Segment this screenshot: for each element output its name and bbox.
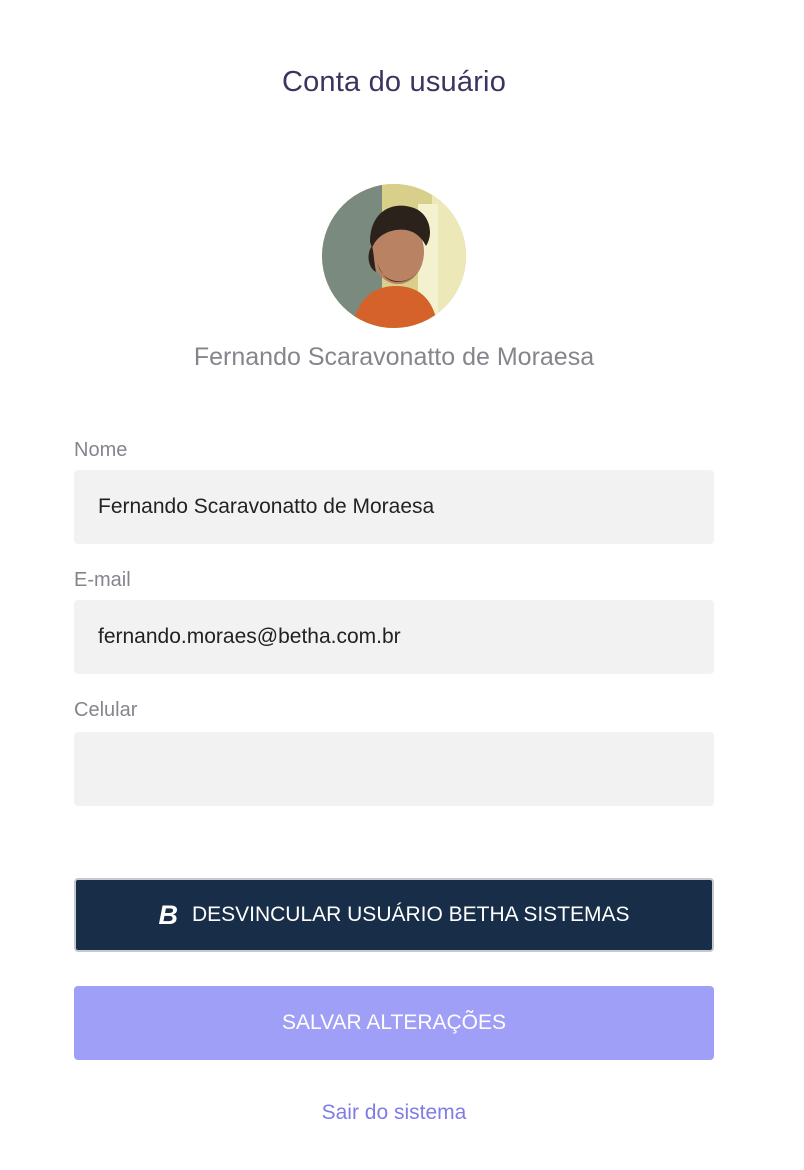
page-title: Conta do usuário (281, 66, 507, 98)
account-page: Conta do usuário Fernando Scaravonatto d… (0, 0, 804, 1170)
avatar (322, 184, 466, 328)
unlink-button-label: DESVINCULAR USUÁRIO BETHA SISTEMAS (191, 903, 630, 926)
phone-label: Celular (74, 699, 138, 721)
email-input[interactable] (74, 600, 714, 674)
save-changes-button[interactable]: SALVAR ALTERAÇÕES (74, 986, 714, 1060)
profile-display-name: Fernando Scaravonatto de Moraesa (193, 343, 595, 371)
name-input[interactable] (74, 470, 714, 544)
save-button-label: SALVAR ALTERAÇÕES (281, 1011, 507, 1034)
betha-logo-icon: B (158, 899, 178, 930)
name-label: Nome (74, 439, 128, 461)
logout-link[interactable]: Sair do sistema (0, 1101, 788, 1125)
phone-input[interactable] (74, 732, 714, 806)
email-label: E-mail (74, 569, 131, 591)
user-photo-icon (322, 184, 466, 328)
unlink-betha-button[interactable]: B DESVINCULAR USUÁRIO BETHA SISTEMAS (74, 878, 714, 952)
